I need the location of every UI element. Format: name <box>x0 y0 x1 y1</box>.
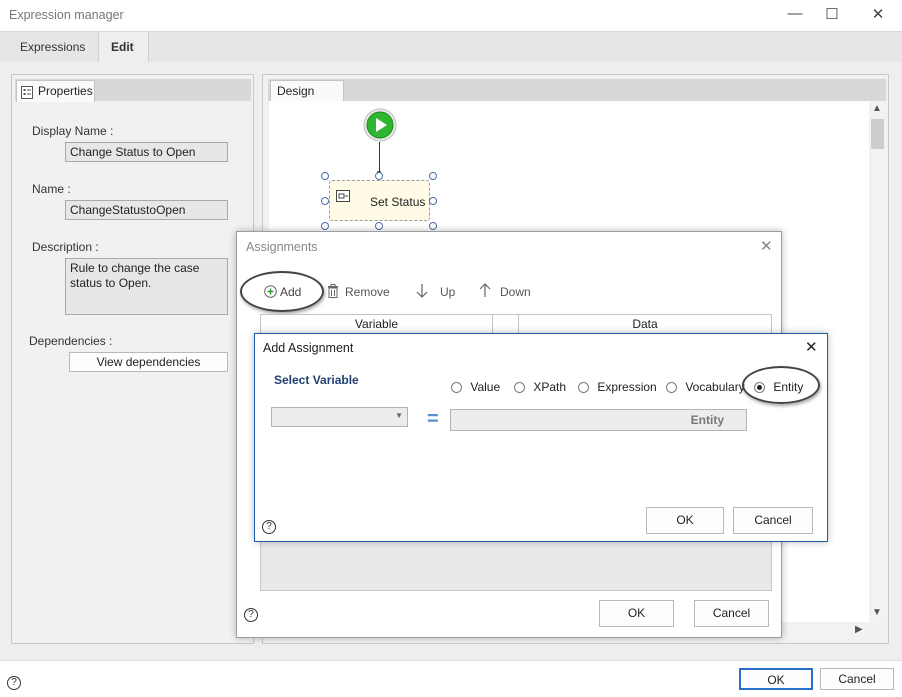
radio-expression[interactable]: Expression <box>578 380 657 396</box>
chevron-down-icon[interactable]: ▼ <box>395 411 403 420</box>
radio-entity[interactable]: Entity <box>754 380 803 396</box>
remove-button[interactable]: Remove <box>345 285 390 299</box>
radio-xpath-label: XPath <box>533 380 567 394</box>
down-arrow-icon[interactable] <box>479 283 491 301</box>
variable-dropdown[interactable]: ▼ <box>271 407 408 427</box>
flow-connector <box>379 142 380 172</box>
footer-ok-button[interactable]: OK <box>739 668 813 690</box>
name-label: Name : <box>32 182 71 196</box>
radio-expression-button[interactable] <box>578 382 589 393</box>
radio-vocabulary-button[interactable] <box>666 382 677 393</box>
select-variable-label: Select Variable <box>274 373 359 387</box>
radio-xpath[interactable]: XPath <box>514 380 566 396</box>
add-assignment-title: Add Assignment <box>263 341 354 355</box>
vertical-scroll-thumb[interactable] <box>871 119 884 149</box>
data-column-header[interactable]: Data <box>519 315 771 335</box>
footer-cancel-button[interactable]: Cancel <box>820 668 894 690</box>
radio-entity-label: Entity <box>773 380 804 394</box>
display-name-label: Display Name : <box>32 124 114 138</box>
assignments-ok-button[interactable]: OK <box>599 600 674 627</box>
radio-expression-label: Expression <box>597 380 657 394</box>
minimize-icon[interactable]: — <box>785 5 805 22</box>
radio-value-button[interactable] <box>451 382 462 393</box>
radio-value-label: Value <box>470 380 501 394</box>
radio-entity-button[interactable] <box>754 382 765 393</box>
add-assignment-help-icon[interactable]: ? <box>262 520 276 534</box>
entity-value-field[interactable]: Entity <box>450 409 747 431</box>
add-assignment-cancel-button[interactable]: Cancel <box>733 507 813 534</box>
properties-icon <box>21 85 33 105</box>
add-assignment-ok-button[interactable]: OK <box>646 507 724 534</box>
equals-sign: = <box>427 408 439 430</box>
assignments-dialog-title: Assignments <box>246 240 318 254</box>
close-icon[interactable]: ✕ <box>868 5 888 23</box>
vertical-scrollbar[interactable]: ▲ ▼ <box>869 101 886 623</box>
tab-expressions[interactable]: Expressions <box>8 32 97 63</box>
node-selection-handles[interactable] <box>321 172 439 233</box>
display-name-field[interactable]: Change Status to Open <box>65 142 228 162</box>
footer-help-icon[interactable]: ? <box>7 676 21 690</box>
properties-tab[interactable]: Properties <box>16 80 95 102</box>
column-spacer <box>493 315 519 335</box>
add-icon[interactable] <box>264 285 277 301</box>
view-dependencies-button[interactable]: View dependencies <box>69 352 228 372</box>
scroll-down-icon[interactable]: ▼ <box>872 607 882 618</box>
add-assignment-close-icon[interactable]: ✕ <box>805 338 818 356</box>
down-button[interactable]: Down <box>500 285 531 299</box>
assignments-cancel-button[interactable]: Cancel <box>694 600 769 627</box>
remove-icon[interactable] <box>327 284 339 301</box>
up-arrow-icon[interactable] <box>416 283 428 301</box>
radio-xpath-button[interactable] <box>514 382 525 393</box>
design-view-tab-strip <box>268 79 886 101</box>
name-field[interactable]: ChangeStatustoOpen <box>65 200 228 220</box>
radio-value[interactable]: Value <box>451 380 500 396</box>
scroll-up-icon[interactable]: ▲ <box>872 103 882 114</box>
description-label: Description : <box>32 240 99 254</box>
scroll-right-icon[interactable]: ▶ <box>855 624 863 635</box>
radio-vocabulary[interactable]: Vocabulary <box>666 380 745 396</box>
radio-vocabulary-label: Vocabulary <box>685 380 745 394</box>
up-button[interactable]: Up <box>440 285 455 299</box>
assignments-help-icon[interactable]: ? <box>244 608 258 622</box>
dependencies-label: Dependencies : <box>29 334 113 348</box>
window-title: Expression manager <box>9 8 124 22</box>
start-node-icon[interactable] <box>363 108 397 145</box>
assignments-close-icon[interactable]: ✕ <box>760 237 773 255</box>
design-view-tab[interactable]: Design View <box>270 80 344 118</box>
tab-strip: Expressions Edit <box>0 31 902 63</box>
maximize-icon[interactable]: ☐ <box>822 5 842 23</box>
description-field[interactable]: Rule to change the case status to Open. <box>65 258 228 315</box>
add-button[interactable]: Add <box>280 285 301 299</box>
variable-column-header[interactable]: Variable <box>261 315 493 335</box>
tab-edit[interactable]: Edit <box>98 32 149 63</box>
properties-tab-label: Properties <box>38 84 93 98</box>
add-assignment-dialog: Add Assignment ✕ Select Variable Value X… <box>254 333 828 542</box>
